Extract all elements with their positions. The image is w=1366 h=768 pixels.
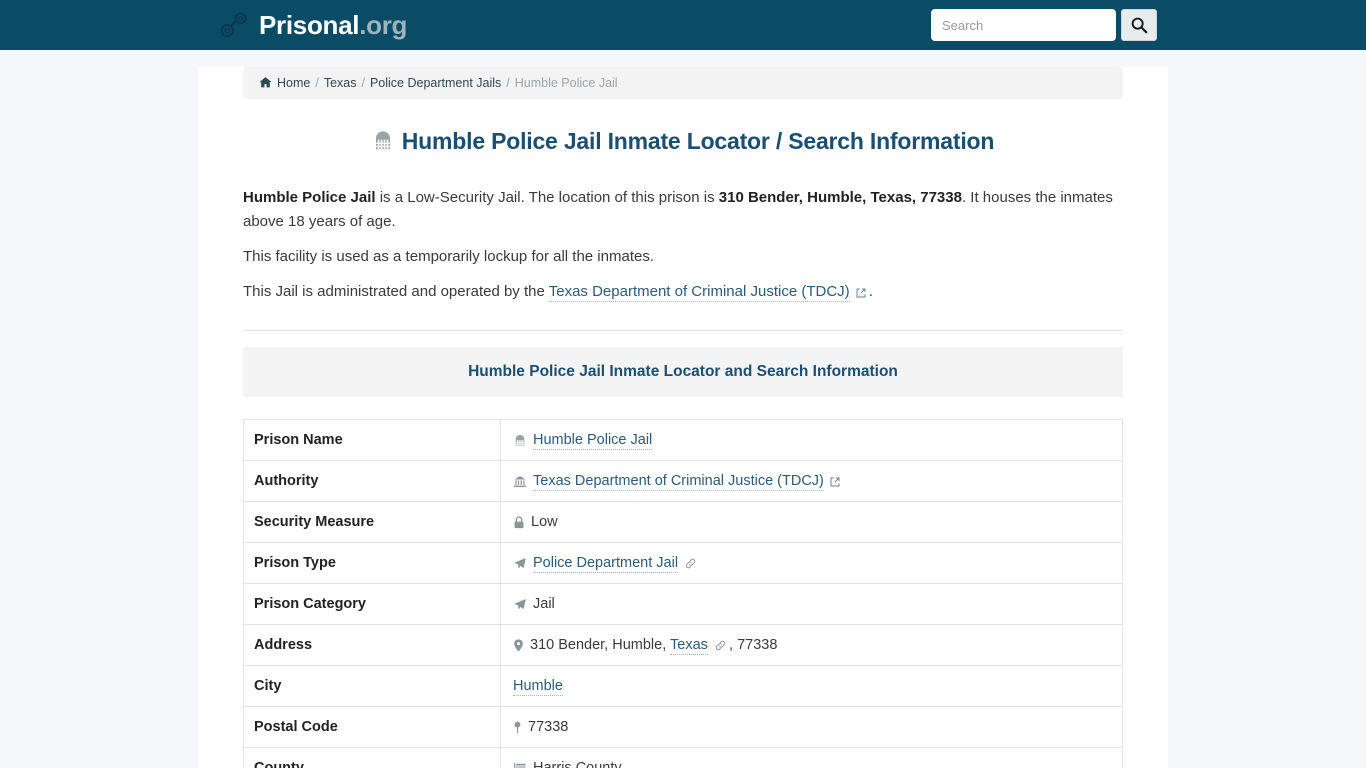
county-value: Harris County <box>533 759 622 768</box>
row-key: Address <box>243 624 501 666</box>
prison-type-link[interactable]: Police Department Jail <box>533 554 679 573</box>
row-key: Authority <box>243 460 501 502</box>
intro-paragraph-1: Humble Police Jail is a Low-Security Jai… <box>243 186 1123 234</box>
address-post: , 77338 <box>729 636 778 653</box>
row-key: Prison Name <box>243 419 501 461</box>
intro-p1-mid: is a Low-Security Jail. The location of … <box>375 189 719 206</box>
search-icon <box>1130 16 1148 35</box>
row-key: Security Measure <box>243 501 501 543</box>
handcuffs-icon <box>219 10 249 40</box>
row-value: Humble <box>500 665 1123 707</box>
intro-paragraph-2: This facility is used as a temporarily l… <box>243 248 654 265</box>
brand-logo-link[interactable]: Prisonal.org <box>219 10 407 40</box>
table-caption: Humble Police Jail Inmate Locator and Se… <box>243 347 1123 397</box>
page-title-text: Humble Police Jail Inmate Locator / Sear… <box>401 128 995 154</box>
postal-code-value: 77338 <box>528 718 569 735</box>
facility-name-bold: Humble Police Jail <box>243 189 376 206</box>
section-divider <box>243 330 1123 331</box>
chain-link-icon <box>682 558 696 570</box>
row-value: Jail <box>500 583 1123 625</box>
row-value: Low <box>500 501 1123 543</box>
row-value: Texas Department of Criminal Justice (TD… <box>500 460 1123 502</box>
site-header: Prisonal.org <box>0 0 1366 50</box>
prison-category-value: Jail <box>533 595 555 612</box>
row-value: Police Department Jail <box>500 542 1123 584</box>
home-icon <box>259 76 272 90</box>
breadcrumb: Home / Texas / Police Department Jails /… <box>243 67 1123 99</box>
jail-landmark-icon <box>513 433 527 449</box>
table-row: City Humble <box>243 665 1123 707</box>
breadcrumb-item-police-department-jails[interactable]: Police Department Jails <box>370 76 501 90</box>
chain-link-icon <box>712 640 729 652</box>
map-pin-icon <box>513 720 522 736</box>
lock-icon <box>513 515 525 531</box>
authority-link[interactable]: Texas Department of Criminal Justice (TD… <box>533 472 824 491</box>
table-row: County Harris County <box>243 747 1123 768</box>
table-row: Prison Name Humble Police Jail <box>243 419 1123 461</box>
tdcj-link-text: Texas Department of Criminal Justice (TD… <box>548 283 850 300</box>
row-value: Harris County <box>500 747 1123 768</box>
page-container: Home / Texas / Police Department Jails /… <box>198 67 1168 768</box>
map-marker-icon <box>513 638 524 654</box>
intro-p3-end: . <box>868 283 873 300</box>
search-input[interactable] <box>931 9 1116 41</box>
facility-address-bold: 310 Bender, Humble, Texas, 77338 <box>718 189 962 206</box>
breadcrumb-separator: / <box>361 76 365 90</box>
address-pre: 310 Bender, Humble, <box>530 636 670 653</box>
brand-tld: .org <box>359 10 408 40</box>
external-link-icon <box>853 287 869 299</box>
address-state-link[interactable]: Texas <box>670 636 708 655</box>
external-link-icon <box>827 476 840 488</box>
city-link[interactable]: Humble <box>513 678 563 696</box>
row-key: County <box>243 747 501 768</box>
page-title: Humble Police Jail Inmate Locator / Sear… <box>243 128 1123 155</box>
bank-institution-icon <box>513 474 527 490</box>
breadcrumb-item-current: Humble Police Jail <box>514 76 618 90</box>
intro-p3-pre: This Jail is administrated and operated … <box>243 283 549 300</box>
intro-copy: Humble Police Jail is a Low-Security Jai… <box>243 186 1123 305</box>
flag-icon <box>513 761 527 768</box>
breadcrumb-separator: / <box>506 76 510 90</box>
paper-plane-icon <box>513 556 527 572</box>
brand-name: Prisonal <box>259 10 360 40</box>
breadcrumb-item-texas[interactable]: Texas <box>324 76 357 90</box>
table-row: Prison Type Police Department Jail <box>243 542 1123 584</box>
table-row: Prison Category Jail <box>243 583 1123 625</box>
search-button[interactable] <box>1121 9 1157 41</box>
security-measure-value: Low <box>531 513 558 530</box>
row-key: Prison Type <box>243 542 501 584</box>
tdcj-link[interactable]: Texas Department of Criminal Justice (TD… <box>548 283 850 302</box>
paper-plane-icon <box>513 597 527 613</box>
prison-name-link[interactable]: Humble Police Jail <box>533 431 653 450</box>
search-form <box>931 9 1157 41</box>
table-row: Address 310 Bender, Humble, Texas , 7733… <box>243 624 1123 666</box>
table-row: Postal Code 77338 <box>243 706 1123 748</box>
breadcrumb-item-home[interactable]: Home <box>277 76 310 90</box>
intro-paragraph-3: This Jail is administrated and operated … <box>243 280 1123 305</box>
jail-landmark-icon <box>372 128 394 155</box>
table-row: Security Measure Low <box>243 501 1123 543</box>
row-value: 77338 <box>500 706 1123 748</box>
row-key: Prison Category <box>243 583 501 625</box>
row-key: Postal Code <box>243 706 501 748</box>
row-key: City <box>243 665 501 707</box>
prison-info-table: Prison Name Humble Police Jail Authority… <box>243 419 1123 768</box>
row-value: 310 Bender, Humble, Texas , 77338 <box>500 624 1123 666</box>
table-row: Authority Texas Department of Criminal J… <box>243 460 1123 502</box>
row-value: Humble Police Jail <box>500 419 1123 461</box>
breadcrumb-separator: / <box>315 76 319 90</box>
